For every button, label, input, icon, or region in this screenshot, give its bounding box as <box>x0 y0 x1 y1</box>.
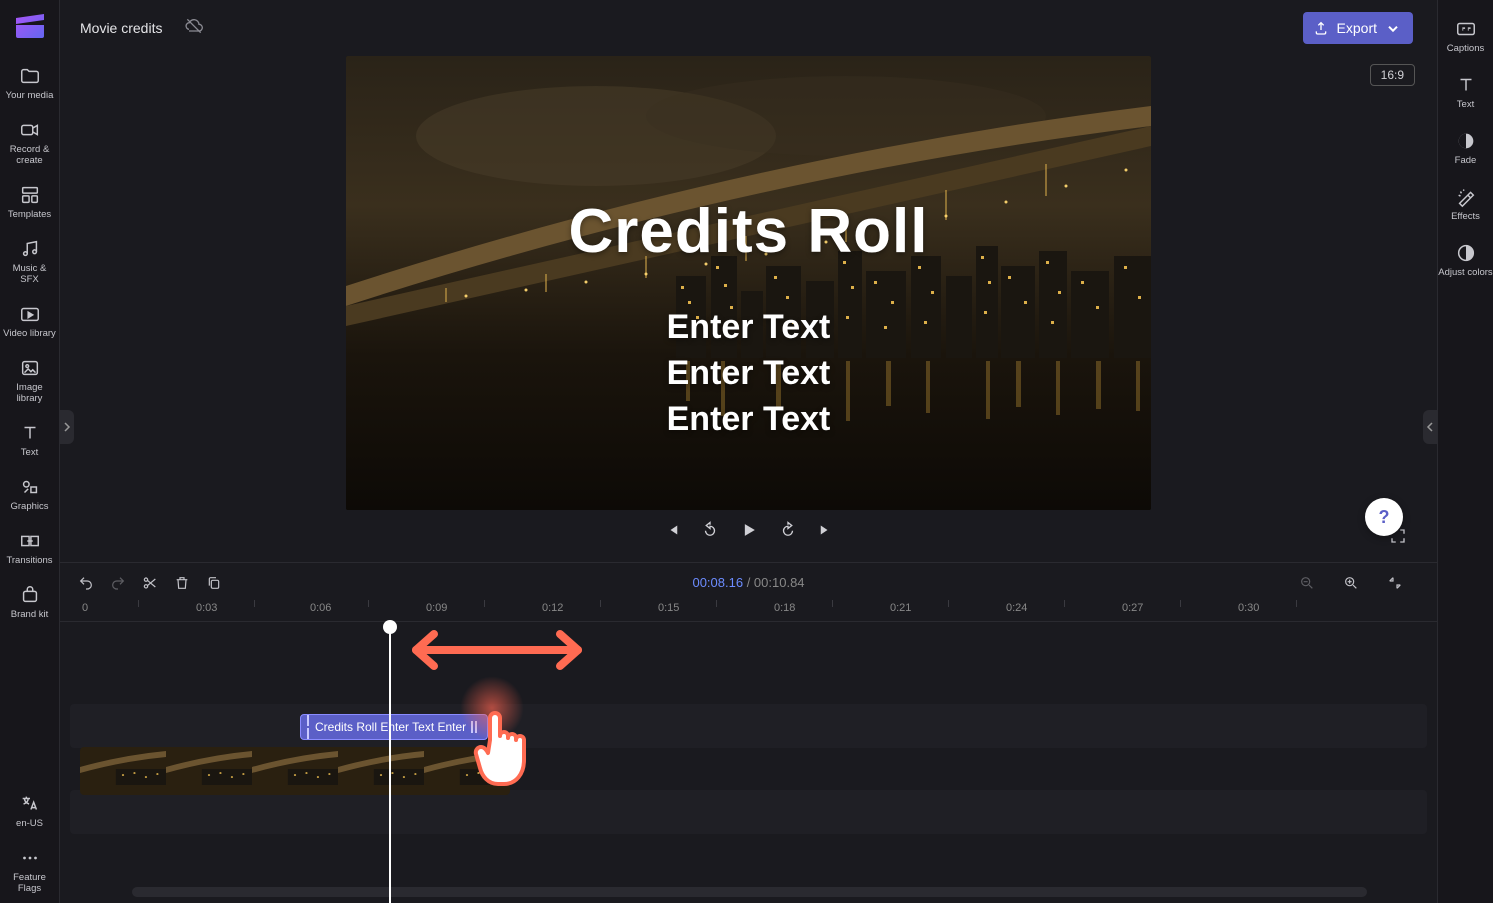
credits-line-3: Enter Text <box>346 396 1151 442</box>
app-logo-icon <box>14 10 46 38</box>
sidebar-item-label: Effects <box>1451 211 1480 222</box>
skip-start-button[interactable] <box>663 521 681 539</box>
preview-canvas[interactable]: Credits Roll Enter Text Enter Text Enter… <box>346 56 1151 510</box>
play-button[interactable] <box>739 520 759 540</box>
export-button[interactable]: Export <box>1303 12 1413 44</box>
text-clip-label: Credits Roll Enter Text Enter <box>315 720 466 734</box>
timeline-tracks: Credits Roll Enter Text Enter <box>60 622 1437 903</box>
clip-right-handle[interactable] <box>471 721 477 733</box>
sidebar-item-label: Adjust colors <box>1438 267 1492 278</box>
sidebar-item-label: Transitions <box>6 555 52 566</box>
timeline[interactable]: 0 0:03 0:06 0:09 0:12 0:15 0:18 0:21 0:2… <box>60 600 1437 903</box>
fit-timeline-button[interactable] <box>1387 575 1403 591</box>
aspect-ratio-button[interactable]: 16:9 <box>1370 64 1415 86</box>
timeline-scrollbar[interactable] <box>132 887 1367 897</box>
text-clip-credits-roll[interactable]: Credits Roll Enter Text Enter <box>300 714 488 740</box>
left-sidebar: Your media Record & create Templates Mus… <box>0 0 60 903</box>
sidebar-item-label: en-US <box>16 818 43 829</box>
playback-controls <box>663 520 835 540</box>
clip-left-handle[interactable] <box>307 714 309 740</box>
sidebar-item-label: Your media <box>6 90 54 101</box>
sidebar-item-label: Video library <box>3 328 56 339</box>
ruler-tick: 0:24 <box>1006 602 1027 614</box>
sidebar-item-label: Fade <box>1455 155 1477 166</box>
undo-button[interactable] <box>78 575 94 591</box>
sidebar-item-label: Text <box>1457 99 1474 110</box>
sidebar-item-text[interactable]: Text <box>0 413 60 467</box>
preview-area: 16:9 <box>60 56 1437 562</box>
delete-button[interactable] <box>174 575 190 591</box>
sidebar-item-label: Graphics <box>10 501 48 512</box>
split-button[interactable] <box>142 575 158 591</box>
sidebar-item-video-library[interactable]: Video library <box>0 294 60 348</box>
sidebar-item-effects[interactable]: Effects <box>1438 176 1493 232</box>
sidebar-item-label: Brand kit <box>11 609 49 620</box>
sidebar-item-label: Music & SFX <box>3 263 57 285</box>
upload-icon <box>1313 20 1329 36</box>
sidebar-item-locale[interactable]: en-US <box>0 784 60 838</box>
sidebar-item-brand-kit[interactable]: Brand kit <box>0 575 60 629</box>
sidebar-item-text[interactable]: Text <box>1438 64 1493 120</box>
sidebar-item-label: Feature Flags <box>3 872 57 894</box>
sidebar-item-feature-flags[interactable]: Feature Flags <box>0 838 60 903</box>
topbar: Movie credits Export <box>60 0 1433 56</box>
cloud-sync-off-icon[interactable] <box>184 16 204 41</box>
credits-line-1: Enter Text <box>346 304 1151 350</box>
sidebar-item-fade[interactable]: Fade <box>1438 120 1493 176</box>
zoom-in-button[interactable] <box>1343 575 1359 591</box>
sidebar-item-label: Record & create <box>3 144 57 166</box>
ruler-tick: 0:03 <box>196 602 217 614</box>
ruler-tick: 0:18 <box>774 602 795 614</box>
project-title[interactable]: Movie credits <box>80 20 162 36</box>
sidebar-item-transitions[interactable]: Transitions <box>0 521 60 575</box>
zoom-out-button[interactable] <box>1299 575 1315 591</box>
spare-track[interactable] <box>70 790 1427 834</box>
chevron-down-icon <box>1385 20 1401 36</box>
ruler-tick: 0:30 <box>1238 602 1259 614</box>
duplicate-button[interactable] <box>206 575 222 591</box>
timeline-ruler[interactable]: 0 0:03 0:06 0:09 0:12 0:15 0:18 0:21 0:2… <box>60 600 1437 622</box>
ruler-tick: 0:12 <box>542 602 563 614</box>
ruler-tick: 0:21 <box>890 602 911 614</box>
sidebar-item-label: Templates <box>8 209 51 220</box>
credits-title-text[interactable]: Credits Roll <box>346 196 1151 267</box>
step-forward-button[interactable] <box>779 521 797 539</box>
timeline-time-display: 00:08.16 / 00:10.84 <box>692 575 804 590</box>
redo-button[interactable] <box>110 575 126 591</box>
ruler-tick: 0:15 <box>658 602 679 614</box>
sidebar-item-templates[interactable]: Templates <box>0 175 60 229</box>
sidebar-item-captions[interactable]: Captions <box>1438 8 1493 64</box>
credits-lines[interactable]: Enter Text Enter Text Enter Text <box>346 304 1151 442</box>
ruler-tick: 0:06 <box>310 602 331 614</box>
sidebar-item-graphics[interactable]: Graphics <box>0 467 60 521</box>
sidebar-item-record-create[interactable]: Record & create <box>0 110 60 175</box>
text-track[interactable] <box>70 704 1427 748</box>
video-clip[interactable] <box>80 747 510 795</box>
export-label: Export <box>1337 20 1377 36</box>
help-button[interactable]: ? <box>1365 498 1403 536</box>
sidebar-item-label: Text <box>21 447 38 458</box>
sidebar-item-your-media[interactable]: Your media <box>0 56 60 110</box>
step-back-button[interactable] <box>701 521 719 539</box>
ruler-tick: 0:09 <box>426 602 447 614</box>
ruler-tick: 0 <box>82 602 88 614</box>
sidebar-item-label: Captions <box>1447 43 1485 54</box>
right-sidebar: Captions Text Fade Effects Adjust colors <box>1437 0 1493 903</box>
sidebar-item-music-sfx[interactable]: Music & SFX <box>0 229 60 294</box>
ruler-tick: 0:27 <box>1122 602 1143 614</box>
sidebar-item-image-library[interactable]: Image library <box>0 348 60 413</box>
sidebar-item-label: Image library <box>3 382 57 404</box>
credits-line-2: Enter Text <box>346 350 1151 396</box>
total-duration: 00:10.84 <box>754 575 805 590</box>
sidebar-item-adjust-colors[interactable]: Adjust colors <box>1438 232 1493 288</box>
skip-end-button[interactable] <box>817 521 835 539</box>
current-time: 00:08.16 <box>692 575 743 590</box>
help-glyph: ? <box>1379 507 1390 528</box>
timeline-toolbar: 00:08.16 / 00:10.84 <box>60 562 1437 602</box>
